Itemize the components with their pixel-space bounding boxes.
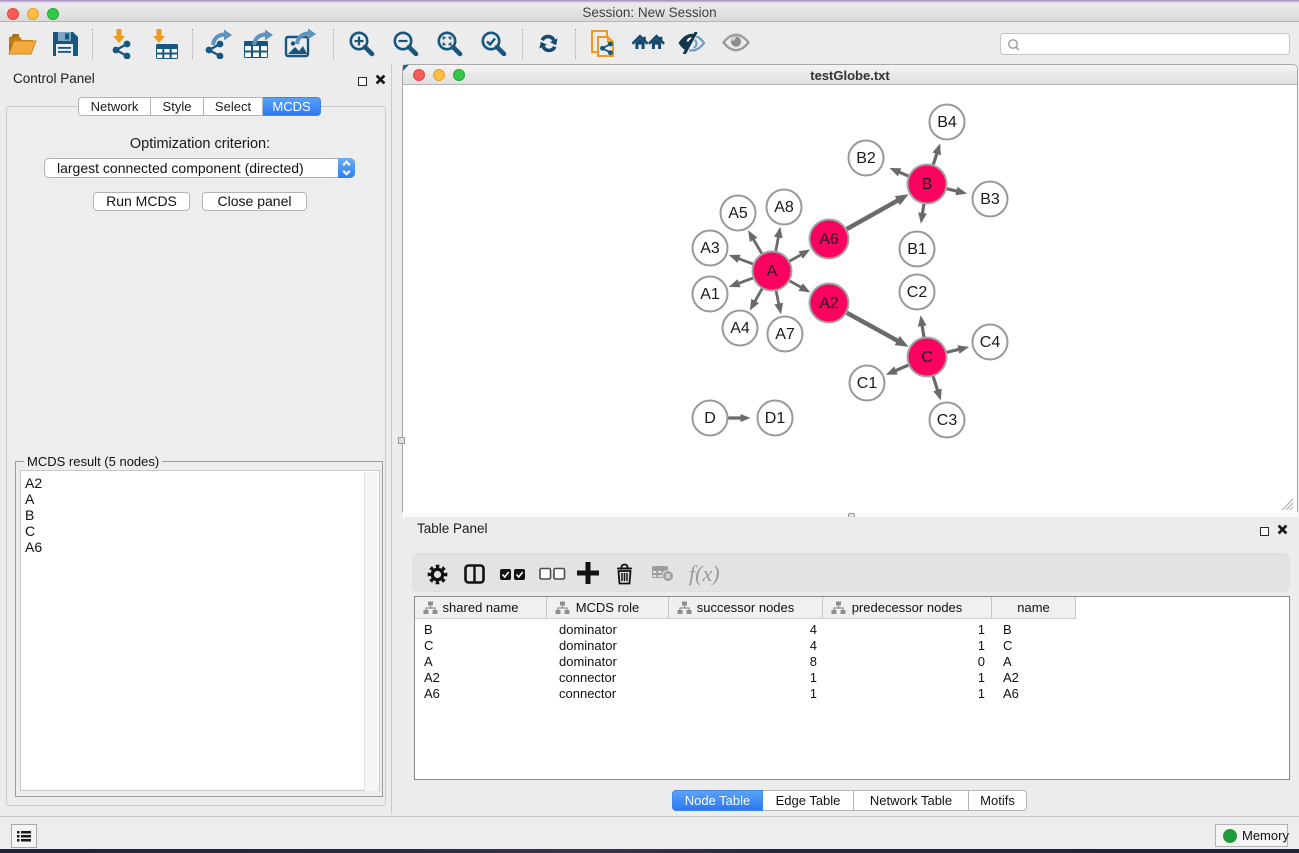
svg-text:A3: A3: [700, 240, 720, 257]
svg-text:A: A: [767, 263, 778, 280]
svg-text:A5: A5: [728, 205, 748, 222]
svg-text:B4: B4: [937, 114, 957, 131]
svg-text:C2: C2: [907, 284, 928, 301]
svg-text:C3: C3: [937, 412, 958, 429]
svg-text:A4: A4: [730, 320, 750, 337]
svg-text:B2: B2: [856, 150, 876, 167]
svg-text:C: C: [921, 349, 933, 366]
svg-text:D1: D1: [765, 410, 786, 427]
svg-text:B1: B1: [907, 241, 927, 258]
svg-text:A6: A6: [819, 231, 839, 248]
svg-text:B3: B3: [980, 191, 1000, 208]
svg-text:A2: A2: [819, 295, 839, 312]
svg-text:A7: A7: [775, 326, 795, 343]
svg-text:A1: A1: [700, 286, 720, 303]
svg-text:A8: A8: [774, 199, 794, 216]
svg-text:D: D: [704, 410, 716, 427]
svg-text:C4: C4: [980, 334, 1001, 351]
svg-text:B: B: [922, 176, 933, 193]
svg-text:C1: C1: [857, 375, 878, 392]
